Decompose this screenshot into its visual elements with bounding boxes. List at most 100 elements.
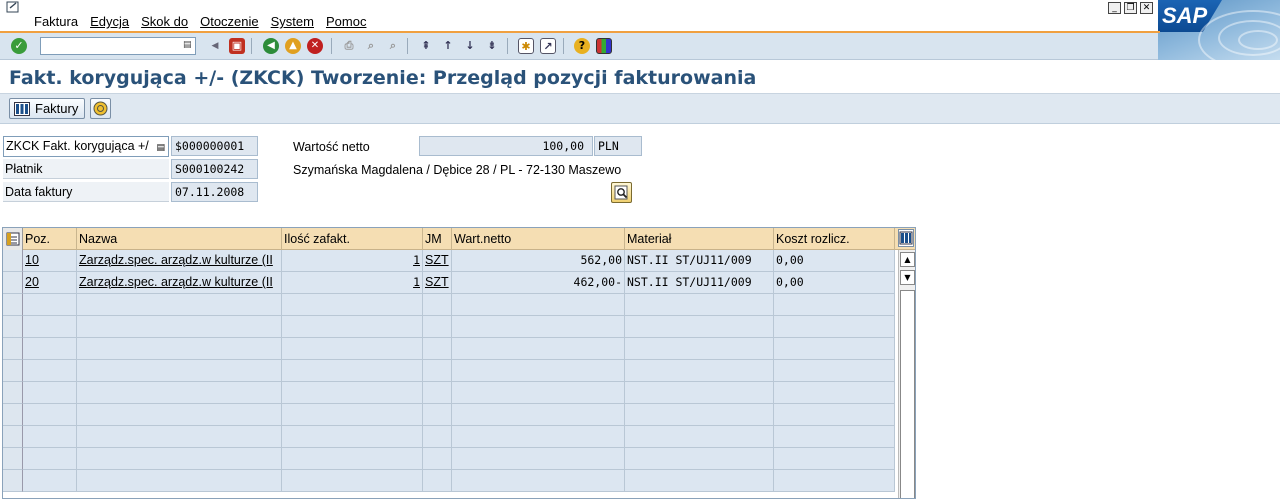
row-selector[interactable] xyxy=(3,250,23,272)
layout-icon[interactable] xyxy=(596,38,612,54)
shortcut-icon[interactable]: ↗ xyxy=(540,38,556,54)
table-cell-material[interactable] xyxy=(625,404,774,426)
table-cell-qty[interactable]: 1 xyxy=(282,272,423,294)
table-cell-pos[interactable]: 20 xyxy=(23,272,77,294)
table-cell-net[interactable] xyxy=(452,426,625,448)
row-selector[interactable] xyxy=(3,294,23,316)
row-selector[interactable] xyxy=(3,382,23,404)
row-selector[interactable] xyxy=(3,338,23,360)
menu-pomoc[interactable]: Pomoc xyxy=(326,14,366,29)
table-cell-name[interactable] xyxy=(77,316,282,338)
table-cell-net[interactable] xyxy=(452,294,625,316)
table-cell-cost[interactable] xyxy=(774,404,895,426)
menu-otoczenie[interactable]: Otoczenie xyxy=(200,14,259,29)
app-menu-icon[interactable] xyxy=(6,1,20,13)
table-cell-net[interactable] xyxy=(452,360,625,382)
last-page-icon[interactable]: ⇟ xyxy=(484,38,500,54)
history-dropdown-icon[interactable]: ▤ xyxy=(183,40,193,52)
next-page-icon[interactable]: ↓ xyxy=(462,38,478,54)
document-type-select[interactable]: ZKCK Fakt. korygująca +/ ▤ xyxy=(3,136,169,157)
column-header-pos[interactable]: Poz. xyxy=(23,228,77,250)
table-cell-qty[interactable] xyxy=(282,316,423,338)
table-cell-cost[interactable] xyxy=(774,426,895,448)
table-cell-uom[interactable]: SZT xyxy=(423,250,452,272)
table-cell-material[interactable] xyxy=(625,470,774,492)
table-cell-cost[interactable] xyxy=(774,338,895,360)
column-header-cost[interactable]: Koszt rozlicz. xyxy=(774,228,895,250)
column-header-material[interactable]: Materiał xyxy=(625,228,774,250)
row-selector[interactable] xyxy=(3,404,23,426)
table-cell-uom[interactable]: SZT xyxy=(423,272,452,294)
table-cell-cost[interactable] xyxy=(774,448,895,470)
table-cell-name[interactable]: Zarządz.spec. arządz.w kulturze (II xyxy=(77,272,282,294)
table-cell-pos[interactable] xyxy=(23,426,77,448)
table-cell-cost[interactable] xyxy=(774,316,895,338)
table-cell-pos[interactable] xyxy=(23,382,77,404)
print-icon[interactable]: ⎙ xyxy=(341,38,357,54)
table-cell-name[interactable] xyxy=(77,470,282,492)
restore-icon[interactable]: ❐ xyxy=(1124,2,1137,14)
save-icon[interactable]: ▣ xyxy=(229,38,245,54)
table-cell-pos[interactable] xyxy=(23,294,77,316)
table-cell-qty[interactable] xyxy=(282,470,423,492)
vertical-scrollbar[interactable]: ▲ ▼ xyxy=(898,250,915,498)
table-cell-qty[interactable] xyxy=(282,448,423,470)
table-cell-pos[interactable] xyxy=(23,360,77,382)
table-cell-net[interactable] xyxy=(452,382,625,404)
table-cell-qty[interactable] xyxy=(282,426,423,448)
scroll-down-icon[interactable]: ▼ xyxy=(900,270,915,285)
table-cell-name[interactable] xyxy=(77,426,282,448)
row-selector[interactable] xyxy=(3,360,23,382)
faktury-button[interactable]: Faktury xyxy=(9,98,86,119)
table-cell-pos[interactable] xyxy=(23,316,77,338)
menu-edycja[interactable]: Edycja xyxy=(90,14,129,29)
row-selector[interactable] xyxy=(3,272,23,294)
table-cell-name[interactable] xyxy=(77,294,282,316)
table-cell-pos[interactable] xyxy=(23,404,77,426)
table-cell-net[interactable] xyxy=(452,404,625,426)
table-cell-name[interactable] xyxy=(77,360,282,382)
collapse-icon[interactable]: ◀ xyxy=(207,38,223,54)
table-cell-name[interactable]: Zarządz.spec. arządz.w kulturze (II xyxy=(77,250,282,272)
table-cell-pos[interactable] xyxy=(23,470,77,492)
help-icon[interactable]: ? xyxy=(574,38,590,54)
table-cell-cost[interactable] xyxy=(774,294,895,316)
table-cell-qty[interactable] xyxy=(282,338,423,360)
table-cell-uom[interactable] xyxy=(423,382,452,404)
table-cell-qty[interactable] xyxy=(282,382,423,404)
table-cell-uom[interactable] xyxy=(423,404,452,426)
table-cell-qty[interactable]: 1 xyxy=(282,250,423,272)
table-cell-name[interactable] xyxy=(77,338,282,360)
table-cell-net[interactable] xyxy=(452,338,625,360)
dropdown-icon[interactable]: ▤ xyxy=(156,139,165,156)
table-cell-qty[interactable] xyxy=(282,294,423,316)
close-icon[interactable]: ✕ xyxy=(1140,2,1153,14)
table-cell-uom[interactable] xyxy=(423,338,452,360)
row-selector[interactable] xyxy=(3,316,23,338)
table-cell-cost[interactable] xyxy=(774,382,895,404)
table-cell-net[interactable] xyxy=(452,316,625,338)
menu-faktura[interactable]: Faktura xyxy=(34,14,78,29)
column-header-uom[interactable]: JM xyxy=(423,228,452,250)
table-cell-material[interactable] xyxy=(625,360,774,382)
scroll-thumb[interactable] xyxy=(900,290,915,498)
table-cell-material[interactable] xyxy=(625,382,774,404)
find-next-icon[interactable]: ⌕ xyxy=(385,38,401,54)
table-cell-uom[interactable] xyxy=(423,360,452,382)
table-cell-pos[interactable] xyxy=(23,338,77,360)
pricing-button[interactable] xyxy=(90,98,111,119)
new-session-icon[interactable]: ✱ xyxy=(518,38,534,54)
table-cell-net[interactable] xyxy=(452,470,625,492)
table-cell-qty[interactable] xyxy=(282,404,423,426)
table-cell-name[interactable] xyxy=(77,404,282,426)
table-cell-material[interactable] xyxy=(625,426,774,448)
table-cell-uom[interactable] xyxy=(423,316,452,338)
table-cell-material[interactable] xyxy=(625,448,774,470)
table-cell-uom[interactable] xyxy=(423,294,452,316)
table-cell-cost[interactable] xyxy=(774,360,895,382)
table-cell-pos[interactable]: 10 xyxy=(23,250,77,272)
find-icon[interactable]: ⌕ xyxy=(363,38,379,54)
table-cell-qty[interactable] xyxy=(282,360,423,382)
table-cell-uom[interactable] xyxy=(423,426,452,448)
minimize-icon[interactable]: _ xyxy=(1108,2,1121,14)
